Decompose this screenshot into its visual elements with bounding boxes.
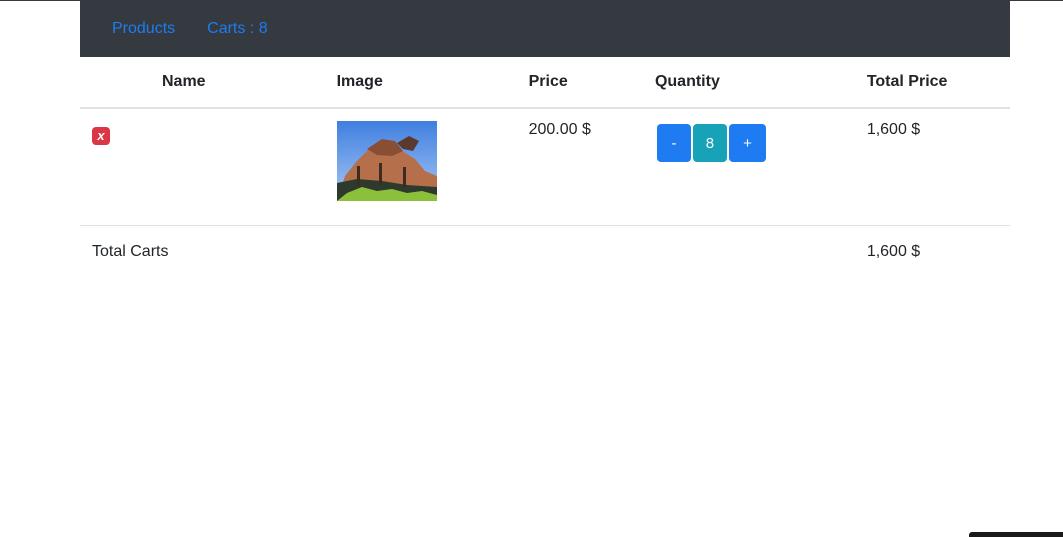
table-header-row: Name Image Price Quantity Total Price <box>80 57 1010 109</box>
quantity-stepper: - 8 + <box>656 124 867 162</box>
nav-products-link[interactable]: Products <box>112 20 175 38</box>
cell-price: 200.00 $ <box>528 108 655 226</box>
header-total-price: Total Price <box>866 57 1010 109</box>
nav-carts-link[interactable]: Carts : 8 <box>207 20 267 38</box>
total-carts-label: Total Carts <box>92 243 169 260</box>
header-image: Image <box>336 57 529 109</box>
cart-page: Products Carts : 8 Name Image Price Quan… <box>80 1 1010 278</box>
increment-button[interactable]: + <box>728 124 766 162</box>
cell-quantity: - 8 + <box>654 108 867 226</box>
remove-item-button[interactable]: x <box>92 127 110 145</box>
header-price: Price <box>528 57 655 109</box>
header-name: Name <box>80 57 337 109</box>
corner-bar <box>969 532 1063 537</box>
table-row: x 200.00 $ - 8 + 1,600 $ <box>80 108 1010 226</box>
header-quantity: Quantity <box>654 57 867 109</box>
decrement-button[interactable]: - <box>656 124 691 162</box>
product-image <box>336 121 437 201</box>
cell-name: x <box>80 108 337 226</box>
cell-image <box>336 108 529 226</box>
totals-row: Total Carts 1,600 $ <box>80 226 1010 279</box>
quantity-value: 8 <box>692 124 727 162</box>
total-carts-value: 1,600 $ <box>866 243 921 260</box>
navbar: Products Carts : 8 <box>80 1 1010 57</box>
cell-total-price: 1,600 $ <box>866 108 1010 226</box>
cart-table: Name Image Price Quantity Total Price x <box>80 57 1010 278</box>
